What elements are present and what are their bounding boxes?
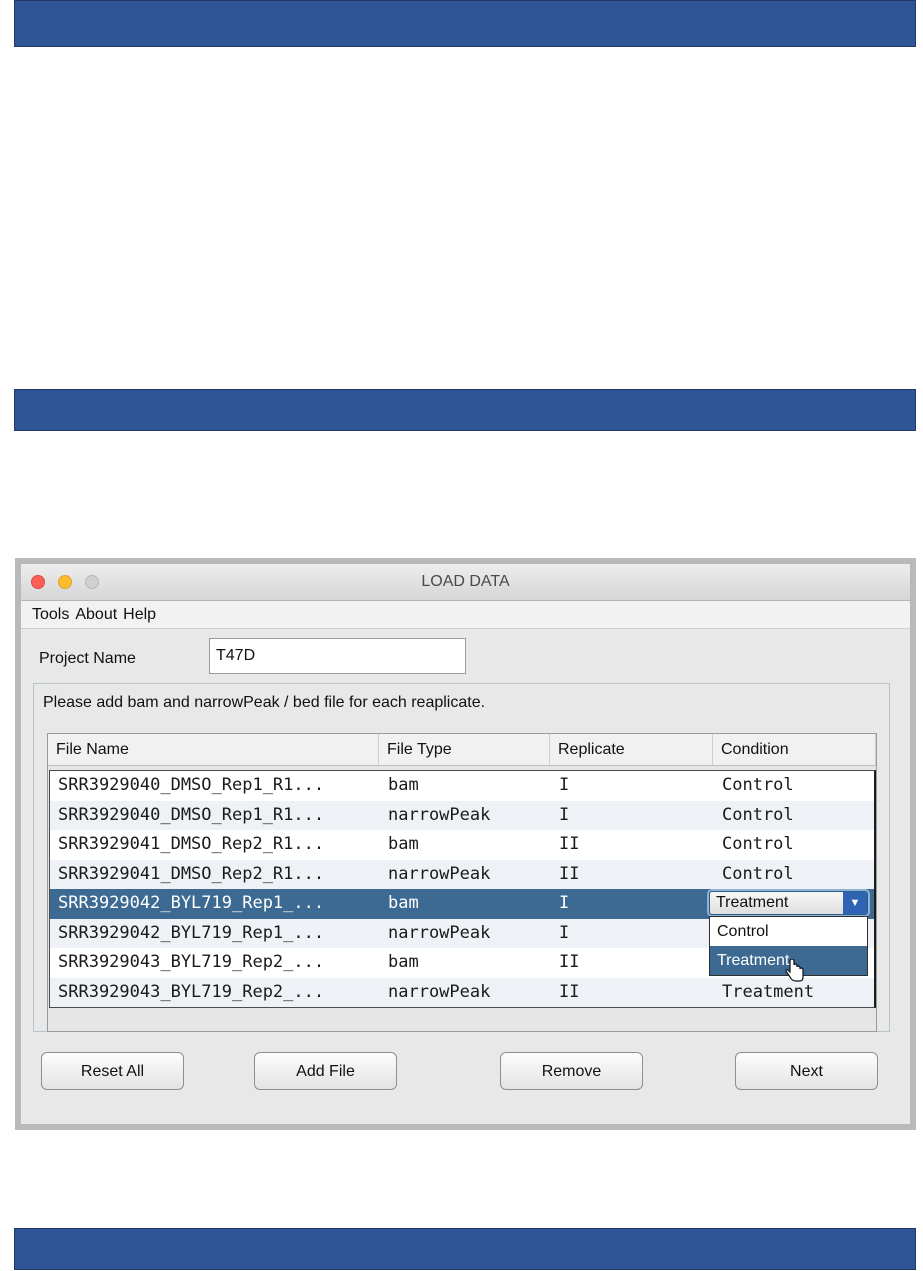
hand-pointer-icon	[785, 959, 804, 982]
cell-file-name[interactable]: SRR3929040_DMSO_Rep1_R1...	[50, 771, 380, 801]
cell-file-type[interactable]: narrowPeak	[380, 860, 551, 890]
table-header: File Name File Type Replicate Condition	[48, 734, 876, 766]
files-table: File Name File Type Replicate Condition …	[47, 733, 877, 1032]
cell-replicate[interactable]: I	[551, 889, 714, 919]
cell-file-type[interactable]: narrowPeak	[380, 978, 551, 1008]
cell-file-name[interactable]: SRR3929041_DMSO_Rep2_R1...	[50, 830, 380, 860]
header-band-bottom	[14, 1228, 916, 1270]
cell-file-name[interactable]: SRR3929042_BYL719_Rep1_...	[50, 919, 380, 949]
dropdown-option-control[interactable]: Control	[710, 917, 867, 946]
window-title: LOAD DATA	[421, 573, 510, 590]
cell-file-type[interactable]: bam	[380, 889, 551, 919]
cell-file-name[interactable]: SRR3929042_BYL719_Rep1_...	[50, 889, 380, 919]
cell-file-name[interactable]: SRR3929043_BYL719_Rep2_...	[50, 948, 380, 978]
cell-file-type[interactable]: bam	[380, 771, 551, 801]
file-group-panel: Please add bam and narrowPeak / bed file…	[33, 683, 890, 1032]
cell-file-type[interactable]: narrowPeak	[380, 919, 551, 949]
cell-condition[interactable]: Control	[714, 801, 874, 831]
column-header-file-name[interactable]: File Name	[48, 734, 379, 765]
next-button[interactable]: Next	[735, 1052, 878, 1090]
menu-help[interactable]: Help	[123, 606, 156, 624]
cell-file-name[interactable]: SRR3929041_DMSO_Rep2_R1...	[50, 860, 380, 890]
cell-file-name[interactable]: SRR3929040_DMSO_Rep1_R1...	[50, 801, 380, 831]
column-header-file-type[interactable]: File Type	[379, 734, 550, 765]
cell-replicate[interactable]: I	[551, 771, 714, 801]
cell-replicate[interactable]: I	[551, 919, 714, 949]
add-file-button[interactable]: Add File	[254, 1052, 397, 1090]
table-row[interactable]: SRR3929041_DMSO_Rep2_R1... bam II Control	[50, 830, 874, 860]
screenshot-frame: LOAD DATA Tools About Help Project Name …	[15, 558, 916, 1130]
cell-replicate[interactable]: I	[551, 801, 714, 831]
table-row[interactable]: SRR3929041_DMSO_Rep2_R1... narrowPeak II Co…	[50, 859, 874, 890]
column-header-replicate[interactable]: Replicate	[550, 734, 713, 765]
cell-file-type[interactable]: bam	[380, 830, 551, 860]
menu-bar: Tools About Help	[21, 601, 910, 629]
cell-condition[interactable]: Control	[714, 860, 874, 890]
cell-replicate[interactable]: II	[551, 860, 714, 890]
cell-condition[interactable]: Control	[714, 771, 874, 801]
remove-button[interactable]: Remove	[500, 1052, 643, 1090]
chevron-down-icon[interactable]: ▼	[843, 892, 867, 914]
project-name-input[interactable]	[209, 638, 466, 674]
instructions-text: Please add bam and narrowPeak / bed file…	[43, 694, 486, 711]
header-band-middle	[14, 389, 916, 431]
table-row[interactable]: SRR3929040_DMSO_Rep1_R1... narrowPeak I Con…	[50, 800, 874, 831]
title-bar: LOAD DATA	[21, 564, 910, 601]
menu-tools[interactable]: Tools	[32, 606, 69, 624]
reset-all-button[interactable]: Reset All	[41, 1052, 184, 1090]
project-name-label: Project Name	[39, 650, 136, 667]
table-row[interactable]: SRR3929043_BYL719_Rep2_... narrowPeak II Tr…	[50, 977, 874, 1008]
menu-about[interactable]: About	[75, 606, 117, 624]
condition-combo[interactable]: Treatment ▼	[709, 891, 868, 915]
cell-condition[interactable]: Control	[714, 830, 874, 860]
cell-replicate[interactable]: II	[551, 978, 714, 1008]
table-row[interactable]: SRR3929040_DMSO_Rep1_R1... bam I Control	[50, 771, 874, 801]
cell-replicate[interactable]: II	[551, 948, 714, 978]
load-data-window: LOAD DATA Tools About Help Project Name …	[21, 564, 910, 1124]
cell-file-type[interactable]: narrowPeak	[380, 801, 551, 831]
header-band-top	[14, 0, 916, 47]
cell-file-type[interactable]: bam	[380, 948, 551, 978]
cell-file-name[interactable]: SRR3929043_BYL719_Rep2_...	[50, 978, 380, 1008]
column-header-condition[interactable]: Condition	[713, 734, 876, 765]
cell-replicate[interactable]: II	[551, 830, 714, 860]
condition-combo-value: Treatment	[716, 894, 789, 911]
